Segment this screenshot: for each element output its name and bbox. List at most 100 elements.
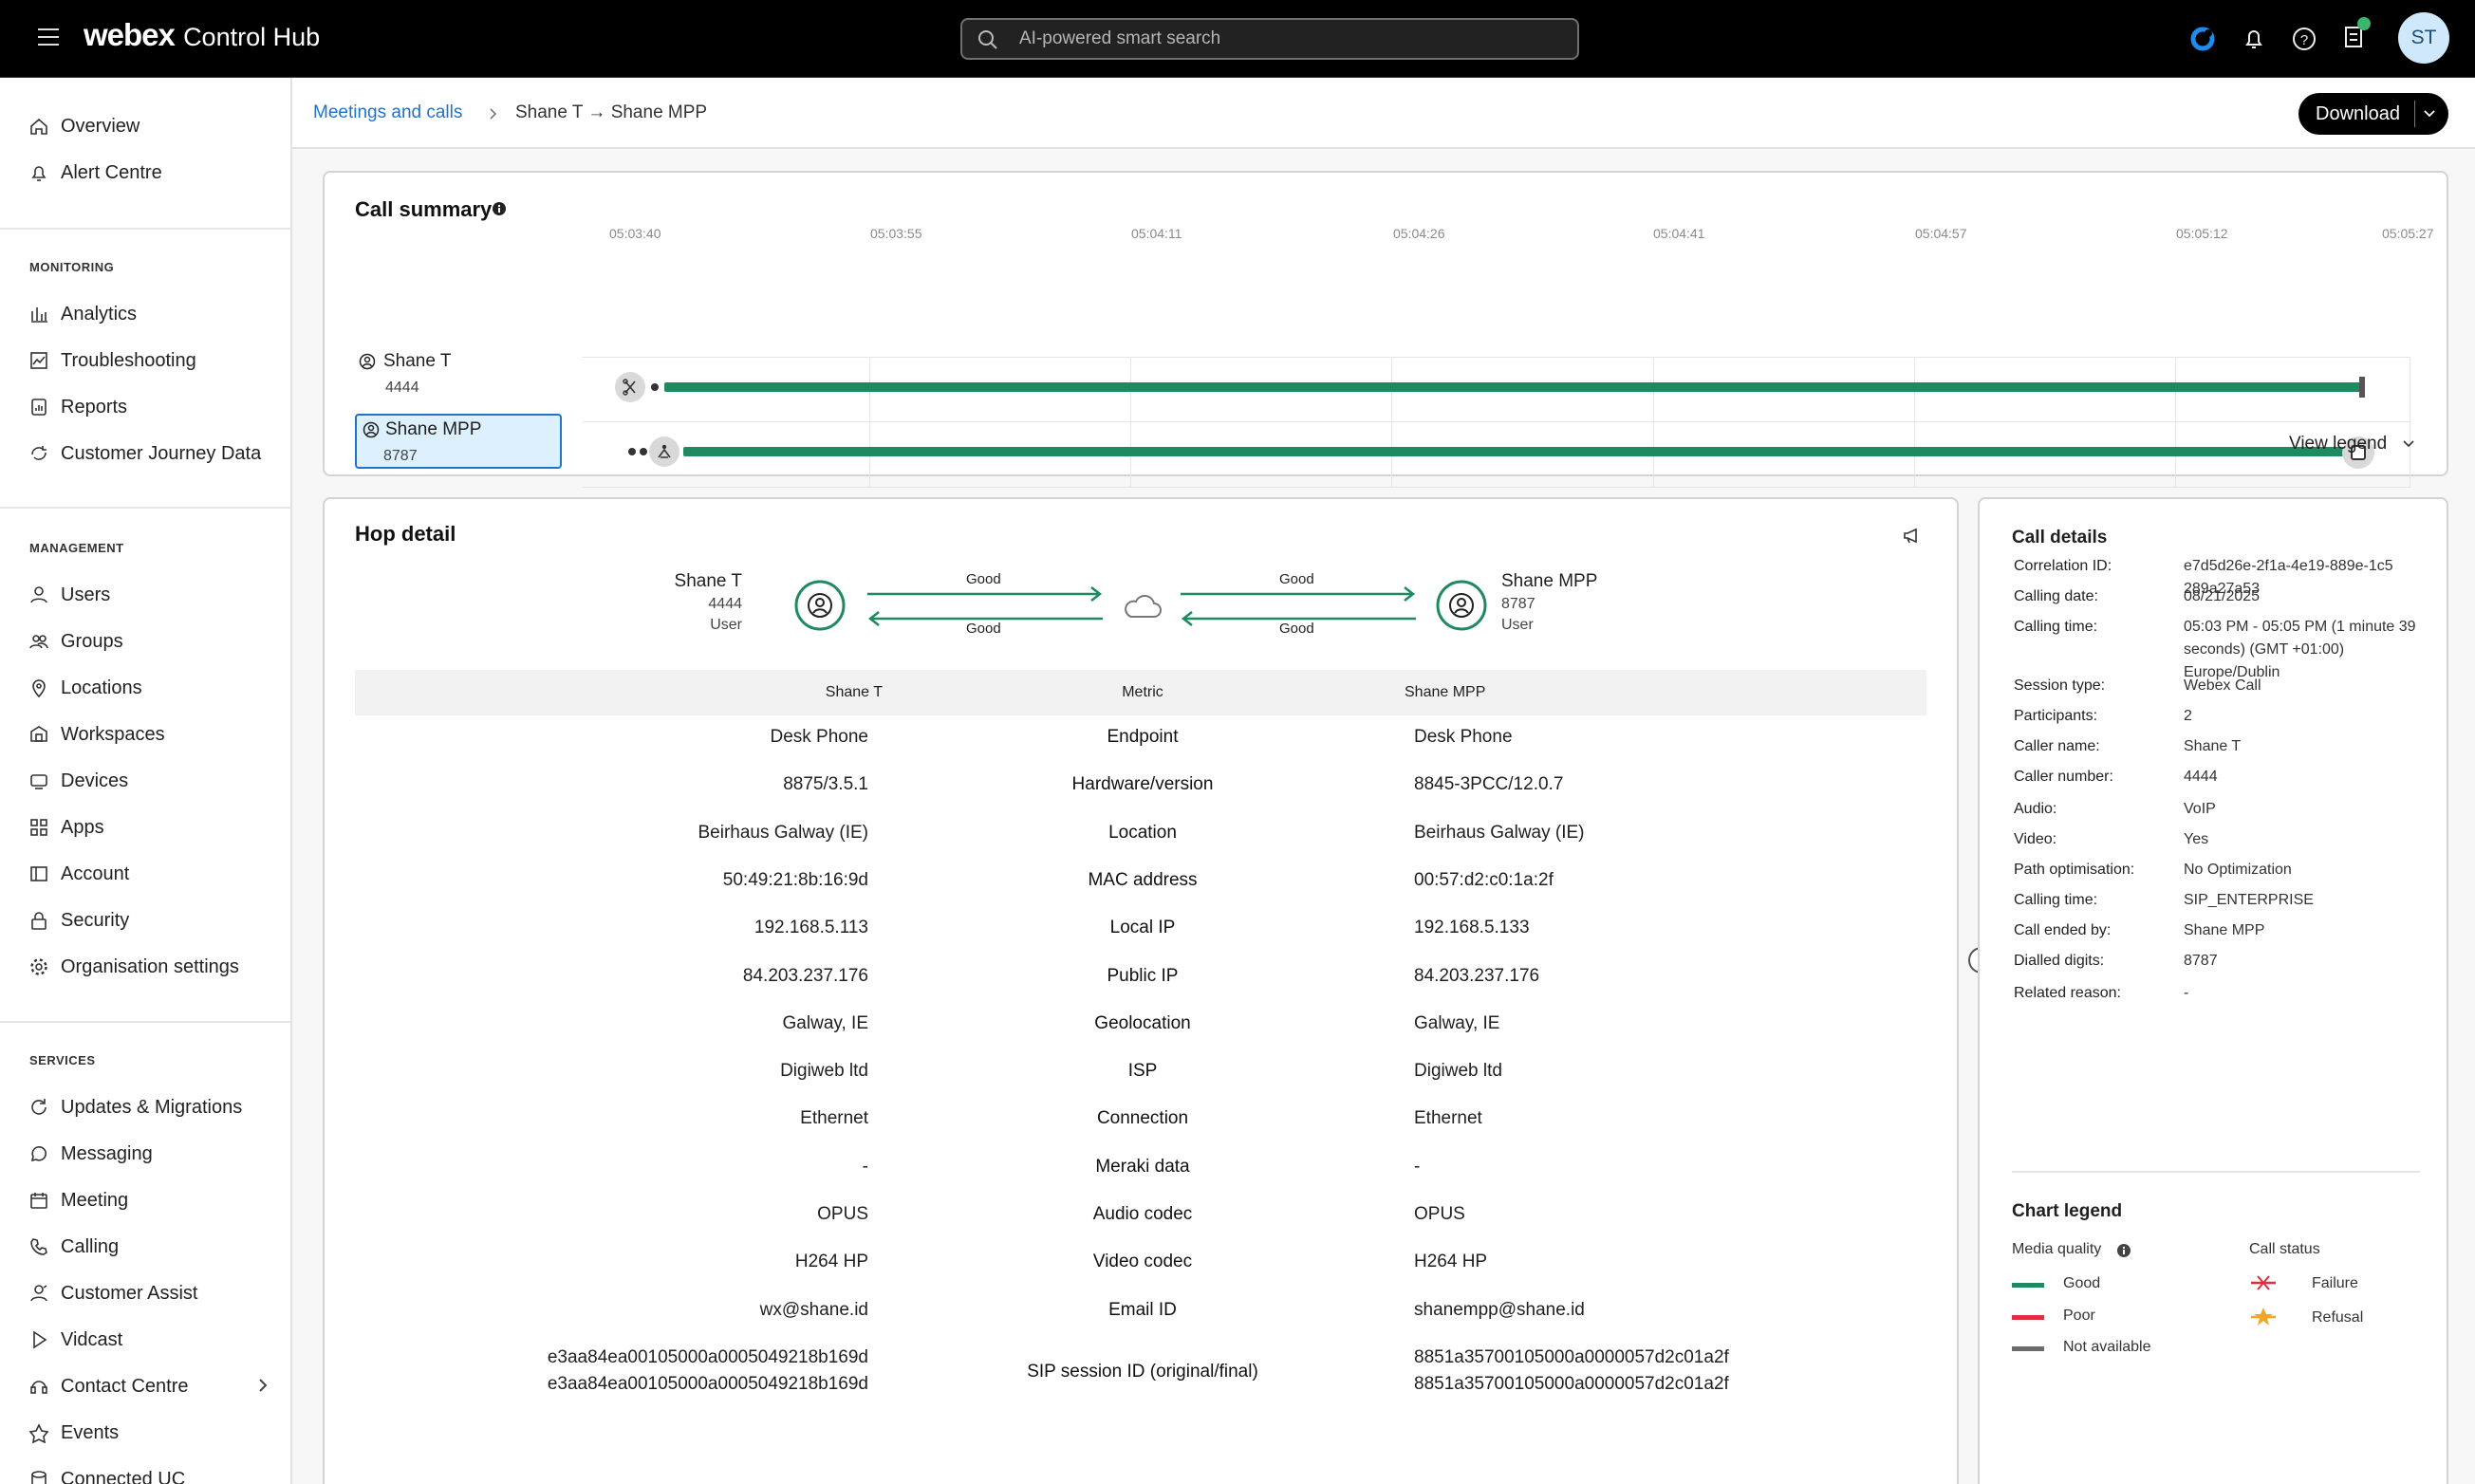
sidebar-item-label: Updates & Migrations <box>61 1096 243 1118</box>
sidebar-item-vidcast[interactable]: Vidcast <box>28 1324 122 1356</box>
sidebar-item-meeting[interactable]: Meeting <box>28 1184 128 1216</box>
shane-t-value: 192.168.5.113 <box>754 918 868 938</box>
shane-t-value: 8875/3.5.1 <box>783 774 868 795</box>
avatar[interactable]: ST <box>2398 12 2449 64</box>
sidebar-item-label: Security <box>61 909 130 931</box>
user-endpoint-icon[interactable] <box>793 579 847 632</box>
sidebar-item-overview[interactable]: Overview <box>28 110 140 142</box>
info-icon[interactable] <box>2116 1243 2131 1258</box>
sidebar-item-messaging[interactable]: Messaging <box>28 1138 153 1170</box>
user-endpoint-icon[interactable] <box>1435 579 1488 632</box>
sidebar-item-analytics[interactable]: Analytics <box>28 298 137 330</box>
shane-t-value: 84.203.237.176 <box>742 965 868 986</box>
download-button[interactable]: Download <box>2298 93 2448 135</box>
sidebar-item-troubleshooting[interactable]: Troubleshooting <box>28 344 196 377</box>
sidebar-item-label: Customer Assist <box>61 1282 198 1304</box>
timeline-gridline <box>2175 357 2176 488</box>
sidebar-item-label: Events <box>61 1421 120 1443</box>
sidebar-item-users[interactable]: Users <box>28 579 110 611</box>
sidebar-item-label: Account <box>61 863 130 884</box>
participant-shane-mpp[interactable]: Shane MPP 8787 <box>355 414 562 469</box>
search-icon <box>978 30 997 49</box>
sidebar-item-customer-assist[interactable]: Customer Assist <box>28 1277 197 1309</box>
sidebar-item-organisation-settings[interactable]: Organisation settings <box>28 951 239 983</box>
feedback-icon[interactable] <box>1902 526 1923 547</box>
sip-final: 8851a35700105000a0000057d2c01a2f <box>1414 1374 1729 1394</box>
shane-t-value: H264 HP <box>794 1252 868 1272</box>
detail-label: Calling date: <box>2014 588 2098 604</box>
detail-value: Yes <box>2184 831 2209 847</box>
sidebar-item-events[interactable]: Events <box>28 1417 119 1449</box>
webex-ai-icon[interactable] <box>2188 25 2217 53</box>
report-icon <box>31 399 47 416</box>
detail-value: VoIP <box>2184 801 2216 817</box>
chevron-down-icon[interactable] <box>2422 106 2437 121</box>
sidebar-item-label: Analytics <box>61 303 138 325</box>
sidebar-item-workspaces[interactable]: Workspaces <box>28 718 165 751</box>
sidebar-item-alert-centre[interactable]: Alert Centre <box>28 157 162 189</box>
media-track-shane-t[interactable] <box>664 382 2361 392</box>
sidebar-item-apps[interactable]: Apps <box>28 811 104 844</box>
call-join-icon[interactable] <box>649 436 679 467</box>
sidebar-item-account[interactable]: Account <box>28 858 129 890</box>
media-track-shane-mpp[interactable] <box>683 447 2346 456</box>
shane-t-value: Digiweb ltd <box>780 1061 868 1082</box>
timeline-gridline <box>1914 357 1915 488</box>
sidebar-divider <box>0 507 290 509</box>
legend-refusal-label: Refusal <box>2312 1309 2364 1326</box>
sidebar-item-contact-centre[interactable]: Contact Centre <box>28 1370 189 1402</box>
timeline-gridline <box>1130 357 1131 488</box>
participant-shane-t[interactable]: Shane T 4444 <box>359 349 558 404</box>
main-content: Meetings and calls Shane T → Shane MPP D… <box>292 78 2475 1484</box>
detail-value: 8787 <box>2184 953 2218 969</box>
sip-original: e3aa84ea00105000a0005049218b169d <box>547 1347 868 1367</box>
link-quality-label: Good <box>966 621 1001 637</box>
link-quality-label: Good <box>1279 571 1314 587</box>
tasks-icon[interactable] <box>2340 15 2374 53</box>
sidebar-item-label: Alert Centre <box>61 161 162 183</box>
sidebar-item-calling[interactable]: Calling <box>28 1231 119 1263</box>
column-header: Shane T <box>825 684 883 700</box>
hop-right-endpoint: Shane MPP 8787 User <box>1501 571 1691 634</box>
sidebar-item-devices[interactable]: Devices <box>28 765 128 797</box>
metric-name: Hardware/version <box>1071 774 1214 795</box>
sidebar-item-label: Users <box>61 584 111 605</box>
details-divider <box>2012 1171 2420 1173</box>
button-divider <box>2414 101 2415 127</box>
lock-icon <box>31 912 47 930</box>
bell-icon[interactable] <box>2240 25 2268 53</box>
sidebar-item-connected-uc[interactable]: Connected UC <box>28 1463 185 1484</box>
sidebar-item-label: Vidcast <box>61 1328 123 1350</box>
shane-mpp-value: 192.168.5.133 <box>1414 918 1530 938</box>
sidebar-item-updates-migrations[interactable]: Updates & Migrations <box>28 1091 242 1123</box>
call-start-icon[interactable] <box>615 372 645 402</box>
sidebar-item-customer-journey-data[interactable]: Customer Journey Data <box>28 437 261 470</box>
calendar-icon <box>30 1193 47 1209</box>
endpoint-role: User <box>710 617 742 633</box>
sidebar-item-locations[interactable]: Locations <box>28 672 142 704</box>
shane-t-sip: e3aa84ea00105000a0005049218b169d e3aa84ea… <box>548 1347 868 1395</box>
sidebar-item-groups[interactable]: Groups <box>28 625 123 658</box>
app-logo: webex Control Hub <box>84 17 321 52</box>
detail-label: Video: <box>2014 831 2057 847</box>
sidebar-item-label: Overview <box>61 115 140 137</box>
events-icon <box>28 1423 49 1443</box>
menu-icon[interactable] <box>38 28 59 46</box>
breadcrumb-link-meetings[interactable]: Meetings and calls <box>313 102 462 123</box>
participant-name: Shane T <box>383 351 452 371</box>
table-row: Desk Phone Endpoint Desk Phone <box>355 727 1926 774</box>
table-row: 8875/3.5.1 Hardware/version 8845-3PCC/12.0… <box>355 774 1926 822</box>
detail-value: 2 <box>2184 708 2192 724</box>
view-legend-toggle[interactable]: View legend <box>2289 432 2441 456</box>
sidebar-item-reports[interactable]: Reports <box>28 391 127 423</box>
help-icon[interactable]: ? <box>2290 25 2318 53</box>
search-input[interactable]: AI-powered smart search <box>960 18 1579 60</box>
info-icon[interactable] <box>492 201 507 216</box>
bell-icon <box>31 166 47 181</box>
sidebar-item-security[interactable]: Security <box>28 904 129 937</box>
sidebar-item-label: Calling <box>61 1235 120 1257</box>
chevron-right-icon[interactable] <box>256 1376 270 1395</box>
shane-mpp-value: 84.203.237.176 <box>1414 965 1540 986</box>
sidebar-item-label: Groups <box>61 630 123 652</box>
shane-mpp-value: H264 HP <box>1414 1252 1488 1272</box>
